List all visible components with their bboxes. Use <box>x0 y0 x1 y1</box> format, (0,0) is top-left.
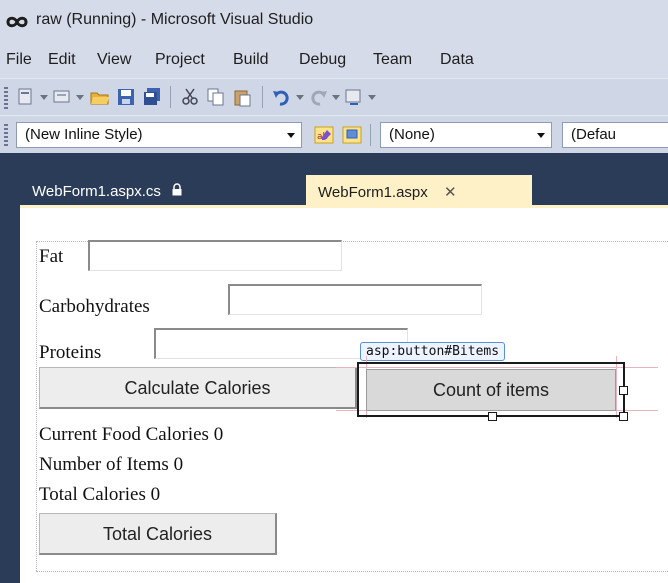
apply-style-icon[interactable]: ab <box>314 125 334 145</box>
tab-webform1-aspx-cs[interactable]: WebForm1.aspx.cs <box>20 175 280 208</box>
formatting-toolbar: (New Inline Style) ab (None) (Defau <box>0 115 668 153</box>
style-combo-value: (New Inline Style) <box>25 126 143 143</box>
font-combo[interactable]: (Defau <box>562 122 668 148</box>
total-calories-value: 0 <box>150 484 161 505</box>
count-of-items-button[interactable]: Count of items <box>366 369 616 411</box>
selection-tag-label: asp:button#Bitems <box>360 342 506 361</box>
save-all-icon[interactable] <box>142 87 162 107</box>
navigate-icon[interactable] <box>344 87 364 107</box>
close-icon[interactable]: ✕ <box>444 184 457 201</box>
style-combo[interactable]: (New Inline Style) <box>16 122 302 148</box>
carbohydrates-label: Carbohydrates <box>39 296 150 317</box>
font-combo-value: (Defau <box>571 126 617 143</box>
add-item-dropdown-icon[interactable] <box>76 95 84 100</box>
number-of-items-label: Number of Items <box>39 454 169 475</box>
window-title: raw (Running) - Microsoft Visual Studio <box>36 11 314 28</box>
menu-project[interactable]: Project <box>155 51 205 69</box>
total-calories-button[interactable]: Total Calories <box>39 513 277 555</box>
fat-input[interactable] <box>88 240 342 271</box>
div-boundary <box>36 571 668 572</box>
new-project-dropdown-icon[interactable] <box>40 95 48 100</box>
document-tab-strip: WebForm1.aspx.cs WebForm1.aspx ✕ <box>0 153 668 208</box>
lock-icon <box>172 183 182 196</box>
standard-toolbar <box>0 78 668 115</box>
fat-label: Fat <box>39 246 64 267</box>
number-of-items-value: 0 <box>173 454 184 475</box>
toolbar-separator <box>262 86 263 108</box>
menu-bar: File Edit View Project Build Debug Team … <box>0 44 668 78</box>
visual-studio-logo-icon <box>6 16 28 28</box>
tab-label: WebForm1.aspx <box>318 184 428 201</box>
menu-debug[interactable]: Debug <box>299 51 346 69</box>
redo-dropdown-icon[interactable] <box>332 95 340 100</box>
carbohydrates-input[interactable] <box>228 284 482 315</box>
target-rule-combo-value: (None) <box>389 126 435 143</box>
new-project-icon[interactable] <box>16 87 36 107</box>
add-item-icon[interactable] <box>52 87 72 107</box>
undo-dropdown-icon[interactable] <box>296 95 304 100</box>
undo-icon[interactable] <box>272 87 292 107</box>
redo-icon[interactable] <box>308 87 328 107</box>
current-calories-label: Current Food Calories <box>39 424 209 445</box>
toolbar-separator <box>370 124 371 146</box>
menu-file[interactable]: File <box>6 51 32 69</box>
toolbar-grip[interactable] <box>4 124 8 146</box>
navigate-dropdown-icon[interactable] <box>368 95 376 100</box>
menu-view[interactable]: View <box>97 51 131 69</box>
resize-handle-bottom-right[interactable] <box>619 412 628 421</box>
number-of-items-row: Number of Items 0 <box>39 454 183 476</box>
save-icon[interactable] <box>116 87 136 107</box>
menu-data[interactable]: Data <box>440 51 474 69</box>
cut-icon[interactable] <box>180 87 200 107</box>
total-calories-row: Total Calories 0 <box>39 484 160 506</box>
chevron-down-icon[interactable] <box>287 133 295 138</box>
menu-build[interactable]: Build <box>233 51 269 69</box>
resize-handle-bottom[interactable] <box>488 412 497 421</box>
chevron-down-icon[interactable] <box>537 133 545 138</box>
manage-styles-icon[interactable] <box>342 125 362 145</box>
tab-label: WebForm1.aspx.cs <box>32 183 161 200</box>
div-boundary <box>36 241 37 571</box>
paste-icon[interactable] <box>232 87 252 107</box>
calculate-calories-button[interactable]: Calculate Calories <box>39 367 357 409</box>
toolbar-grip[interactable] <box>4 87 8 109</box>
open-folder-icon[interactable] <box>90 87 110 107</box>
title-bar: raw (Running) - Microsoft Visual Studio <box>0 0 668 44</box>
proteins-label: Proteins <box>39 342 102 363</box>
menu-team[interactable]: Team <box>373 51 412 69</box>
current-calories-value: 0 <box>213 424 224 445</box>
design-surface[interactable]: Fat Carbohydrates Proteins asp:button#Bi… <box>20 208 668 583</box>
current-calories-row: Current Food Calories 0 <box>39 424 223 446</box>
toolbar-separator <box>170 86 171 108</box>
resize-handle-right[interactable] <box>619 386 628 395</box>
menu-edit[interactable]: Edit <box>48 51 76 69</box>
copy-icon[interactable] <box>206 87 226 107</box>
target-rule-combo[interactable]: (None) <box>380 122 552 148</box>
total-calories-label: Total Calories <box>39 484 146 505</box>
tab-webform1-aspx[interactable]: WebForm1.aspx ✕ <box>306 175 532 208</box>
